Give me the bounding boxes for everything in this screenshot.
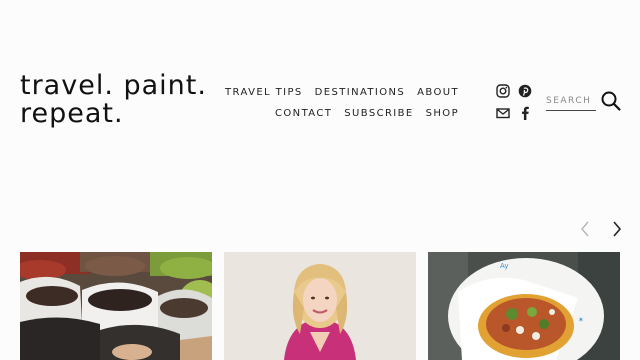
instagram-icon[interactable] [494,82,512,100]
chevron-left-icon[interactable] [576,220,594,238]
search-field [546,90,596,111]
logo-line-2: repeat. [20,98,124,129]
nav-link-about[interactable]: ABOUT [417,87,459,98]
carousel-card-2[interactable] [224,252,416,360]
search-input[interactable] [546,91,596,111]
nav-link-subscribe[interactable]: SUBSCRIBE [344,108,413,119]
nav-row-1: TRAVEL TIPS DESTINATIONS ABOUT [225,82,459,103]
search-icon[interactable] [600,90,622,112]
svg-text:✶: ✶ [578,316,584,324]
nav-link-shop[interactable]: SHOP [426,108,459,119]
search-box [546,90,622,114]
woman-portrait-photo [224,252,416,360]
social-links [494,82,534,122]
carousel-card-1[interactable] [20,252,212,360]
market-chiles-photo [20,252,212,360]
svg-text:Ay: Ay [500,262,508,270]
nav-link-travel-tips[interactable]: TRAVEL TIPS [225,87,303,98]
carousel-controls [576,220,626,238]
chevron-right-icon[interactable] [608,220,626,238]
pinterest-icon[interactable] [516,82,534,100]
email-icon[interactable] [494,104,512,122]
main-nav: TRAVEL TIPS DESTINATIONS ABOUT CONTACT S… [225,82,459,124]
carousel-card-3[interactable]: Ay ✶ [428,252,620,360]
tostada-plate-photo: Ay ✶ [428,252,620,360]
facebook-icon[interactable] [516,104,534,122]
nav-row-2: CONTACT SUBSCRIBE SHOP [225,103,459,124]
logo-line-1: travel. paint. [20,70,207,101]
site-logo[interactable]: travel. paint. repeat. [20,72,207,128]
nav-link-contact[interactable]: CONTACT [275,108,332,119]
nav-link-destinations[interactable]: DESTINATIONS [315,87,406,98]
